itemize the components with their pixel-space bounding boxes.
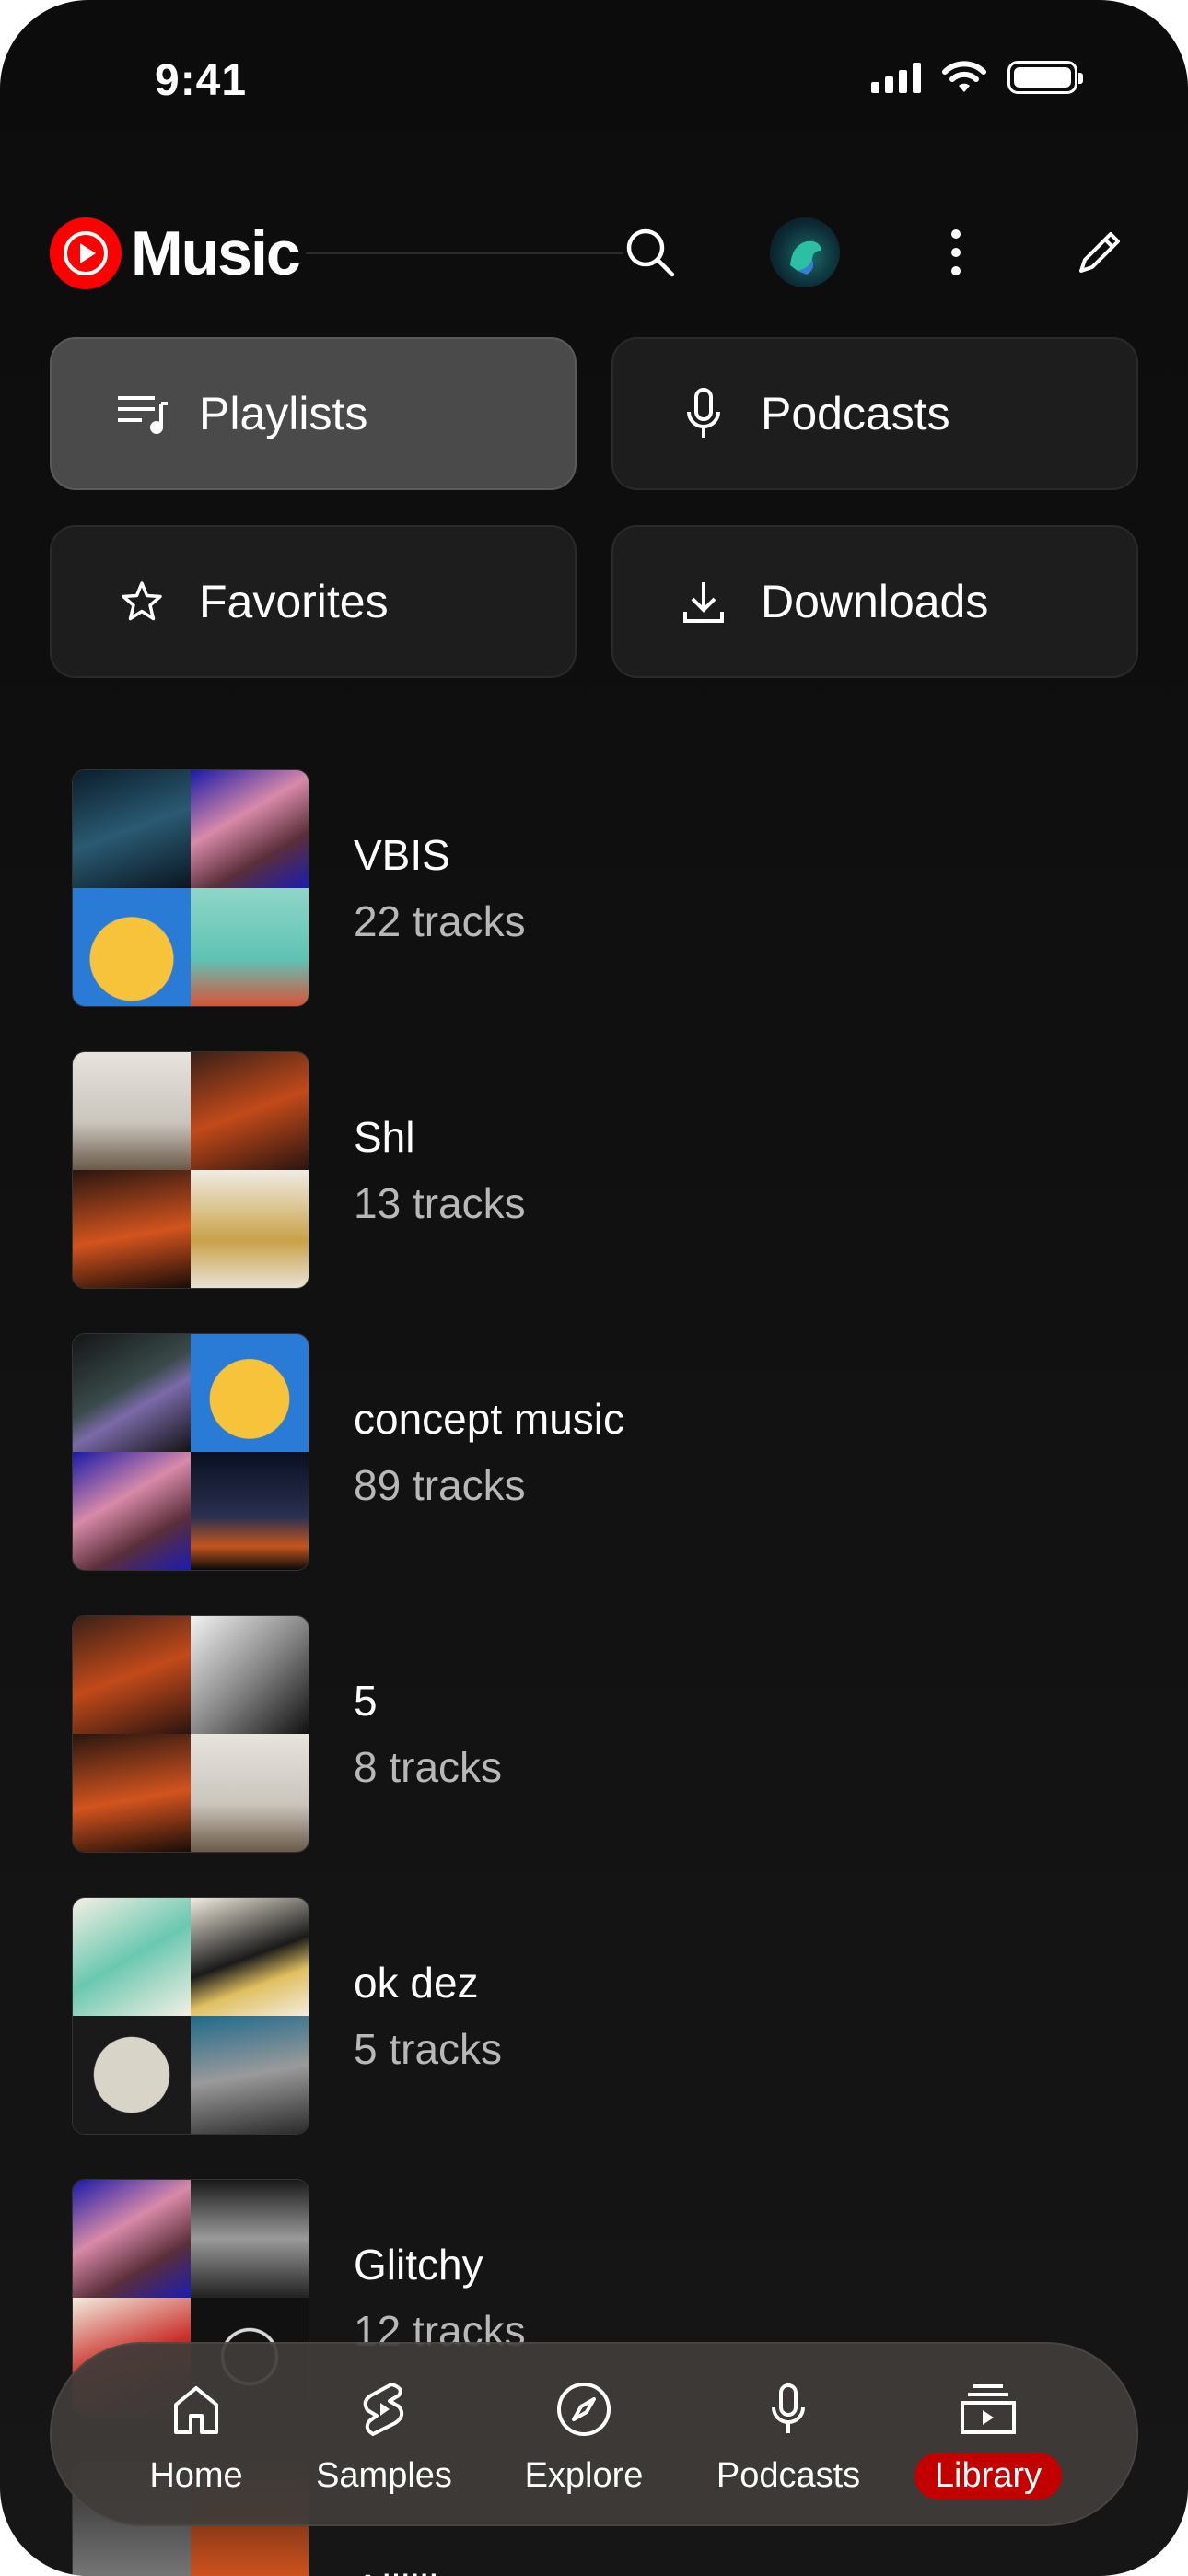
chip-label: Playlists	[199, 388, 368, 439]
nav-label: Home	[149, 2456, 243, 2495]
playlist-item[interactable]: ok dez 5 tracks	[72, 1896, 1085, 2136]
app-logo[interactable]: Music	[50, 217, 301, 289]
status-time: 9:41	[155, 56, 248, 105]
battery-icon	[1007, 61, 1083, 94]
cellular-signal-icon	[871, 62, 921, 93]
nav-podcasts[interactable]: Podcasts	[696, 2379, 880, 2500]
phone-screen: 9:41 Music Playlists Podcasts Favorites …	[0, 0, 1188, 2576]
playlist-title: VBIS	[354, 831, 450, 879]
playlist-track-count: 13 tracks	[354, 1179, 526, 1227]
playlist-title: 5	[354, 1677, 378, 1725]
nav-samples[interactable]: Samples	[292, 2379, 476, 2500]
playlist-cover	[72, 1333, 309, 1571]
home-icon	[170, 2379, 222, 2440]
playlist-title: Allllll	[354, 2565, 438, 2576]
status-icons	[871, 61, 1083, 94]
chip-label: Podcasts	[761, 388, 950, 439]
star-icon	[114, 574, 169, 629]
more-options-icon[interactable]	[919, 216, 993, 289]
nav-library[interactable]: Library	[896, 2379, 1080, 2500]
chip-podcasts[interactable]: Podcasts	[611, 337, 1138, 490]
playlist-track-count: 22 tracks	[354, 897, 526, 945]
samples-icon	[358, 2379, 410, 2440]
chip-playlists[interactable]: Playlists	[50, 337, 577, 490]
microphone-icon	[768, 2379, 809, 2440]
bottom-navigation: Home Samples Explore Podcasts Library	[50, 2342, 1138, 2526]
playlist-title: concept music	[354, 1395, 625, 1443]
playlist-cover	[72, 1051, 309, 1289]
playlist-item[interactable]: concept music 89 tracks	[72, 1332, 1085, 1572]
playlist-cover	[72, 769, 309, 1007]
chip-downloads[interactable]: Downloads	[611, 525, 1138, 678]
playlist-title: Glitchy	[354, 2241, 483, 2289]
playlist-icon	[114, 386, 169, 441]
library-icon	[959, 2379, 1018, 2440]
account-avatar[interactable]	[768, 216, 842, 289]
music-logo-icon	[50, 217, 122, 289]
playlist-track-count: 8 tracks	[354, 1743, 503, 1791]
nav-label: Samples	[316, 2456, 452, 2495]
playlist-item[interactable]: 5 8 tracks	[72, 1614, 1085, 1854]
edit-pencil-icon[interactable]	[1063, 216, 1136, 289]
playlist-track-count: 89 tracks	[354, 1461, 526, 1509]
download-icon	[676, 574, 731, 629]
playlist-item[interactable]: Shl 13 tracks	[72, 1050, 1085, 1290]
app-header: Music	[50, 210, 1138, 293]
playlist-title: Shl	[354, 1113, 415, 1161]
nav-label: Podcasts	[716, 2456, 861, 2495]
nav-label: Library	[914, 2453, 1063, 2500]
playlist-cover	[72, 1897, 309, 2135]
playlist-title: ok dez	[354, 1959, 479, 2007]
playlist-item[interactable]: VBIS 22 tracks	[72, 768, 1085, 1008]
wifi-icon	[942, 61, 986, 92]
chip-favorites[interactable]: Favorites	[50, 525, 577, 678]
avatar	[770, 217, 840, 287]
chip-label: Downloads	[761, 576, 989, 627]
search-icon[interactable]	[613, 216, 687, 289]
compass-icon	[555, 2379, 612, 2440]
playlist-track-count: 5 tracks	[354, 2025, 503, 2073]
nav-label: Explore	[524, 2456, 644, 2495]
nav-explore[interactable]: Explore	[492, 2379, 676, 2500]
nav-home[interactable]: Home	[104, 2379, 288, 2500]
playlist-cover	[72, 1615, 309, 1853]
app-name: Music	[131, 218, 301, 288]
microphone-icon	[676, 386, 731, 441]
header-divider	[306, 252, 623, 254]
chip-label: Favorites	[199, 576, 389, 627]
